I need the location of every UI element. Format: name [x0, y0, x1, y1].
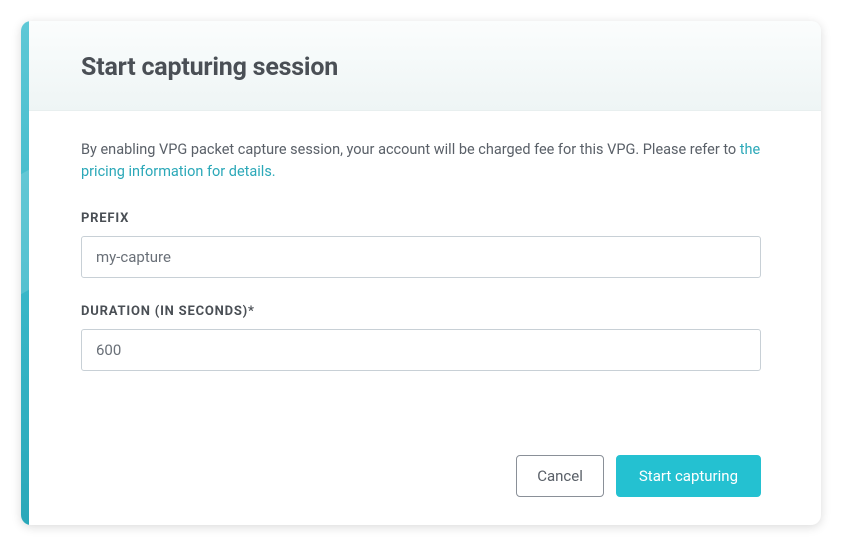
modal-content: By enabling VPG packet capture session, …: [21, 111, 821, 435]
start-capturing-button[interactable]: Start capturing: [616, 455, 761, 497]
description-plain: By enabling VPG packet capture session, …: [81, 141, 740, 158]
duration-label: DURATION (IN SECONDS)*: [81, 304, 761, 319]
description-text: By enabling VPG packet capture session, …: [81, 139, 761, 183]
duration-group: DURATION (IN SECONDS)*: [81, 304, 761, 371]
start-capturing-modal: Start capturing session By enabling VPG …: [21, 21, 821, 525]
prefix-group: PREFIX: [81, 211, 761, 278]
cancel-button[interactable]: Cancel: [516, 455, 604, 497]
prefix-input[interactable]: [81, 236, 761, 278]
prefix-label: PREFIX: [81, 211, 761, 226]
modal-title: Start capturing session: [81, 53, 761, 82]
side-accent-decoration: [21, 21, 29, 525]
modal-header: Start capturing session: [21, 21, 821, 111]
duration-input[interactable]: [81, 329, 761, 371]
modal-footer: Cancel Start capturing: [21, 435, 821, 525]
